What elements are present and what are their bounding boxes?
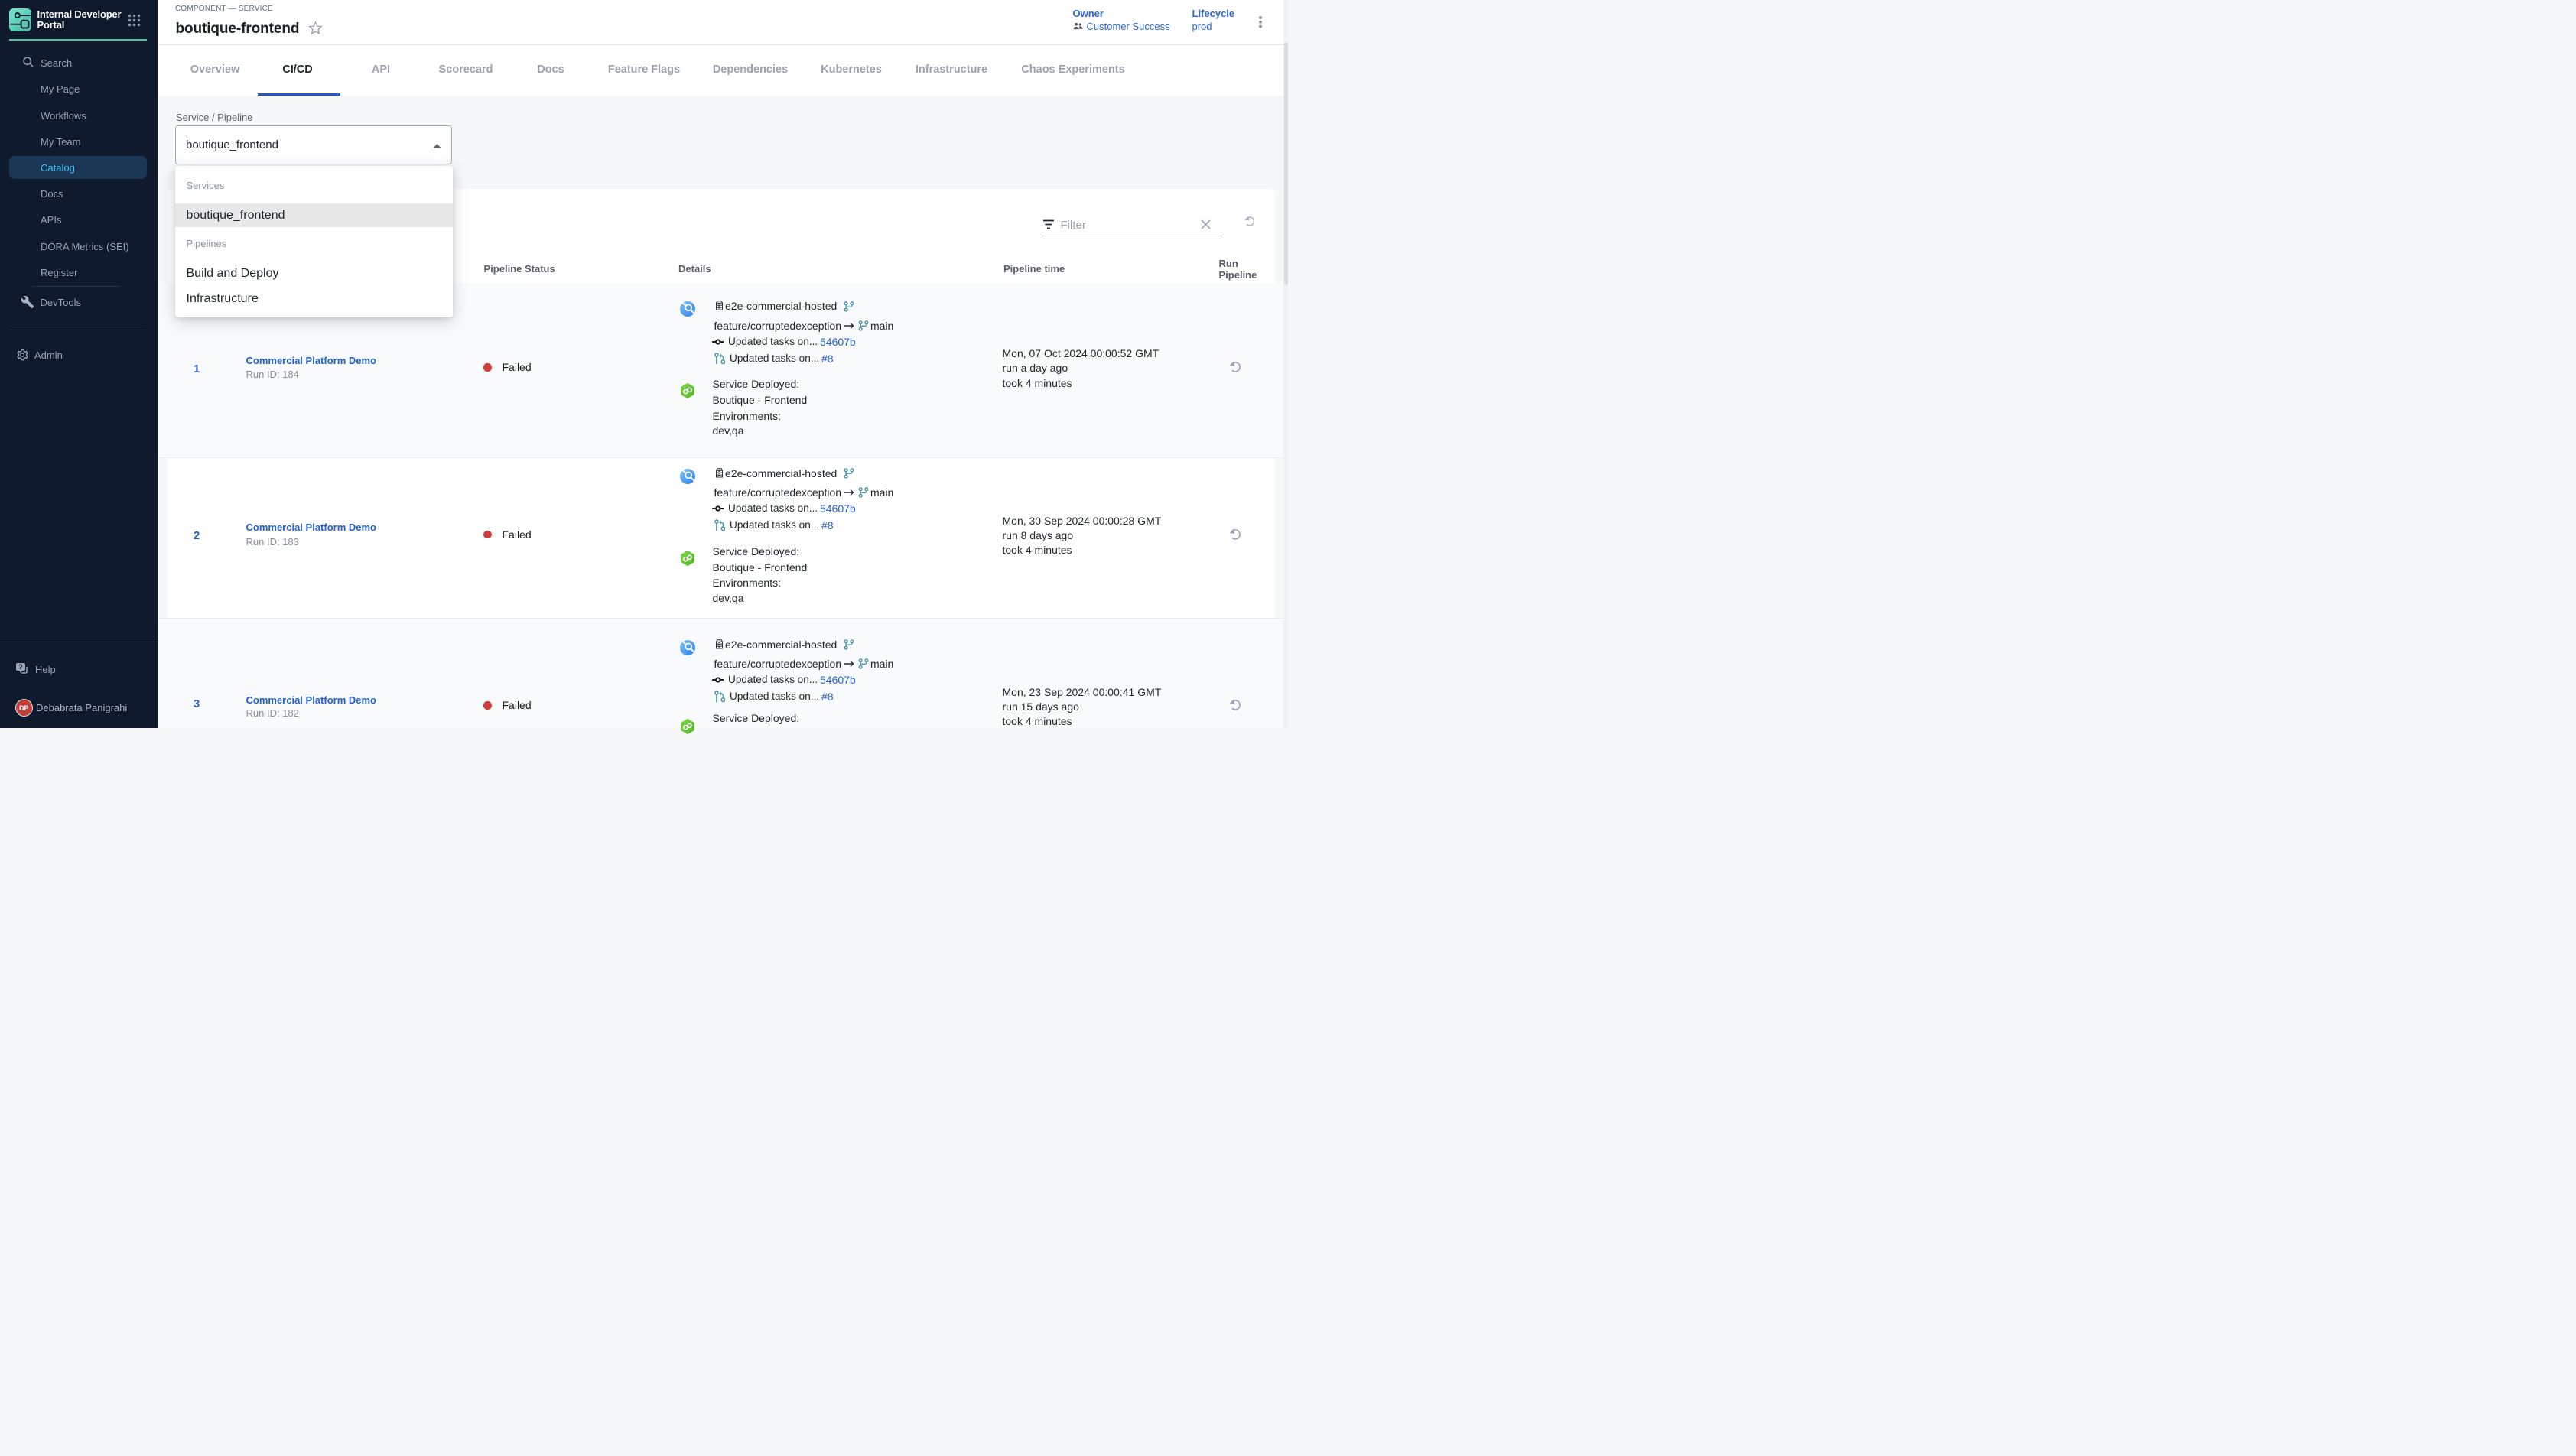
- svg-text:?: ?: [18, 663, 23, 671]
